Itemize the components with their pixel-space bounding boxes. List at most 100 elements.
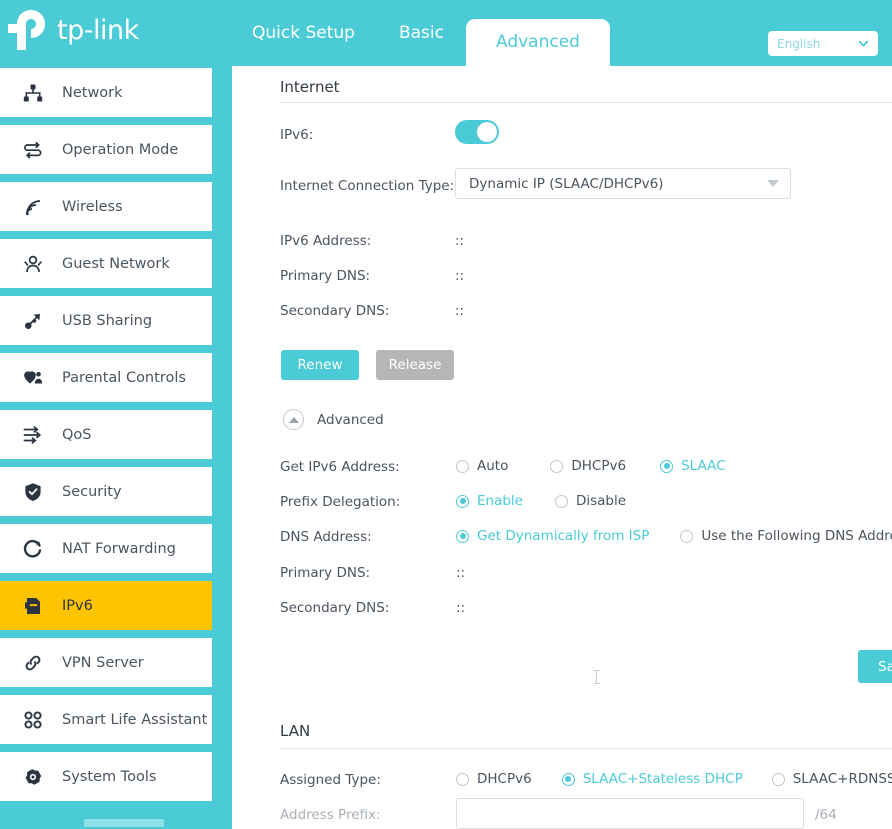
language-selected-label: English: [777, 36, 821, 51]
sidebar-item-smart-life-assistant[interactable]: Smart Life Assistant: [0, 695, 212, 744]
operation-mode-icon: [20, 137, 46, 163]
radio-indicator: [456, 529, 469, 543]
sidebar-item-label: Wireless: [62, 198, 123, 215]
radio-get-ipv6-dhcpv6[interactable]: DHCPv6: [550, 458, 626, 474]
sidebar-item-wireless[interactable]: Wireless: [0, 182, 212, 231]
text-cursor: [593, 670, 600, 684]
radio-label: Use the Following DNS Addresses: [701, 528, 892, 544]
chevron-down-icon: [858, 40, 869, 47]
internet-secondary-dns-value: ::: [455, 303, 465, 319]
radio-get-ipv6-slaac[interactable]: SLAAC: [660, 458, 726, 474]
save-button[interactable]: Save: [858, 650, 892, 683]
sidebar-item-label: Guest Network: [62, 255, 170, 272]
get-ipv6-address-label: Get IPv6 Address:: [280, 459, 400, 475]
radio-label: Enable: [477, 493, 523, 509]
sidebar-item-nat-forwarding[interactable]: NAT Forwarding: [0, 524, 212, 573]
chevron-up-icon: [283, 409, 304, 430]
radio-label: DHCPv6: [477, 771, 532, 787]
radio-label: SLAAC: [681, 458, 726, 474]
radio-prefix-delegation-enable[interactable]: Enable: [456, 493, 523, 509]
sidebar-item-operation-mode[interactable]: Operation Mode: [0, 125, 212, 174]
smart-life-grid-icon: [20, 707, 46, 733]
internet-secondary-dns-label: Secondary DNS:: [280, 303, 390, 319]
network-icon: [20, 80, 46, 106]
radio-prefix-delegation-disable[interactable]: Disable: [554, 493, 626, 509]
sidebar-item-security[interactable]: Security: [0, 467, 212, 516]
sidebar-item-ipv6[interactable]: IPv6: [0, 581, 212, 630]
tab-advanced[interactable]: Advanced: [465, 19, 610, 66]
sidebar-item-guest-network[interactable]: Guest Network: [0, 239, 212, 288]
radio-label: Get Dynamically from ISP: [477, 528, 650, 544]
dns-address-label: DNS Address:: [280, 529, 372, 545]
router-admin-page: tp-link Quick Setup Basic Advanced Engli…: [0, 0, 892, 829]
sidebar-item-label: Smart Life Assistant: [62, 711, 208, 728]
sidebar-item-label: VPN Server: [62, 654, 144, 671]
lan-section-divider: [280, 748, 892, 749]
sidebar-item-label: IPv6: [62, 597, 93, 614]
internet-primary-dns-label: Primary DNS:: [280, 268, 371, 284]
tab-basic[interactable]: Basic: [377, 0, 466, 66]
dns-address-radio-group: Get Dynamically from ISP Use the Followi…: [456, 528, 892, 544]
tab-quick-setup[interactable]: Quick Setup: [230, 0, 377, 66]
tplink-logo: tp-link: [8, 10, 148, 50]
toggle-knob: [477, 122, 497, 142]
radio-indicator: [554, 494, 568, 508]
advanced-primary-dns-value: ::: [456, 565, 466, 581]
assigned-type-label: Assigned Type:: [280, 772, 381, 788]
radio-assigned-type-slaac-stateless-dhcp[interactable]: SLAAC+Stateless DHCP: [561, 771, 743, 787]
sidebar-item-network[interactable]: Network: [0, 68, 212, 117]
usb-icon: [20, 308, 46, 334]
sidebar-item-label: System Tools: [62, 768, 157, 785]
release-button[interactable]: Release: [376, 350, 454, 380]
shield-icon: [20, 479, 46, 505]
parental-controls-icon: [20, 365, 46, 391]
prefix-delegation-label: Prefix Delegation:: [280, 494, 401, 510]
sidebar-item-usb-sharing[interactable]: USB Sharing: [0, 296, 212, 345]
radio-dns-use-following[interactable]: Use the Following DNS Addresses: [680, 528, 892, 544]
address-prefix-label: Address Prefix:: [280, 807, 381, 823]
sidebar-item-label: QoS: [62, 426, 92, 443]
advanced-secondary-dns-value: ::: [456, 600, 466, 616]
internet-section-title: Internet: [280, 78, 340, 96]
radio-label: SLAAC+Stateless DHCP: [582, 771, 743, 787]
tplink-logo-text: tp-link: [57, 14, 139, 46]
nat-forwarding-icon: [20, 536, 46, 562]
sidebar-item-parental-controls[interactable]: Parental Controls: [0, 353, 212, 402]
sidebar-item-label: Parental Controls: [62, 369, 186, 386]
internet-connection-type-select[interactable]: Dynamic IP (SLAAC/DHCPv6): [455, 168, 791, 199]
sidebar-item-vpn-server[interactable]: VPN Server: [0, 638, 212, 687]
radio-assigned-type-slaac-rdnss[interactable]: SLAAC+RDNSS: [771, 771, 892, 787]
advanced-collapse-toggle[interactable]: Advanced: [283, 409, 384, 430]
advanced-secondary-dns-label: Secondary DNS:: [280, 600, 390, 616]
ipv6-document-icon: [20, 593, 46, 619]
sidebar-spacer: [212, 52, 232, 829]
sidebar-item-qos[interactable]: QoS: [0, 410, 212, 459]
radio-indicator: [771, 772, 785, 786]
sidebar-item-label: Network: [62, 84, 123, 101]
radio-dns-get-dynamically[interactable]: Get Dynamically from ISP: [456, 528, 649, 544]
radio-get-ipv6-auto[interactable]: Auto: [456, 458, 508, 474]
language-selector[interactable]: English: [768, 31, 878, 56]
sidebar-item-label: USB Sharing: [62, 312, 153, 329]
sidebar-item-system-tools[interactable]: System Tools: [0, 752, 212, 801]
address-prefix-suffix: /64: [815, 807, 837, 823]
radio-indicator: [456, 772, 469, 786]
ipv6-enable-toggle[interactable]: [455, 120, 499, 144]
chevron-down-icon: [767, 180, 779, 187]
radio-indicator: [561, 772, 575, 786]
address-prefix-input[interactable]: [456, 798, 804, 829]
internet-section-divider: [280, 102, 892, 103]
prefix-delegation-radio-group: Enable Disable: [456, 493, 626, 509]
radio-indicator: [550, 459, 564, 473]
app-header: tp-link Quick Setup Basic Advanced Engli…: [0, 0, 892, 66]
renew-button[interactable]: Renew: [281, 350, 359, 380]
radio-indicator: [456, 494, 469, 508]
main-content: Internet IPv6: Internet Connection Type:…: [232, 62, 892, 829]
internet-connection-type-label: Internet Connection Type:: [280, 178, 455, 194]
assigned-type-radio-group: DHCPv6 SLAAC+Stateless DHCP SLAAC+RDNSS: [456, 771, 892, 787]
sidebar-scroll-indicator[interactable]: [84, 819, 164, 827]
radio-assigned-type-dhcpv6[interactable]: DHCPv6: [456, 771, 532, 787]
lan-section-title: LAN: [280, 722, 311, 740]
sidebar-item-label: Operation Mode: [62, 141, 179, 158]
radio-indicator: [456, 459, 469, 473]
